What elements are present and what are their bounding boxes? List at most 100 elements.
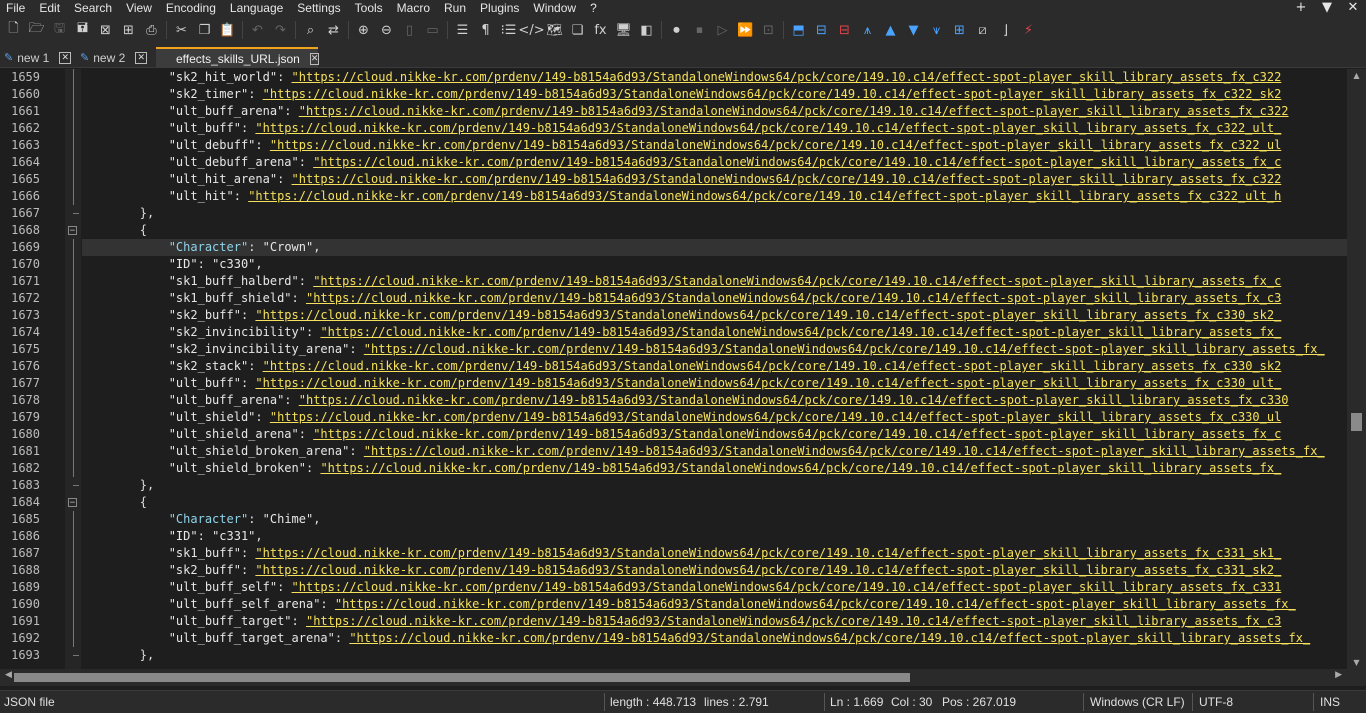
new-file-icon[interactable]: 🗋 <box>2 19 25 41</box>
play-macro-icon[interactable]: ▷ <box>711 19 734 41</box>
doc-list-icon[interactable]: ❏ <box>566 19 589 41</box>
status-encoding[interactable]: UTF-8 <box>1199 695 1233 709</box>
json-url-value[interactable]: "https://cloud.nikke-kr.com/prdenv/149-b… <box>349 631 1310 645</box>
json-url-value[interactable]: "https://cloud.nikke-kr.com/prdenv/149-b… <box>320 325 1281 339</box>
json-url-value[interactable]: "https://cloud.nikke-kr.com/prdenv/149-b… <box>270 138 1281 152</box>
json-url-value[interactable]: "https://cloud.nikke-kr.com/prdenv/149-b… <box>335 597 1296 611</box>
replace-icon[interactable]: ⇄ <box>322 19 345 41</box>
function-list-icon[interactable]: fx <box>589 19 612 41</box>
scroll-down-icon[interactable]: ▼ <box>1347 658 1366 667</box>
json-url-value[interactable]: "https://cloud.nikke-kr.com/prdenv/149-b… <box>306 291 1281 305</box>
plugin-f-icon[interactable]: ⊞ <box>948 19 971 41</box>
json-url-value[interactable]: "https://cloud.nikke-kr.com/prdenv/149-b… <box>306 614 1281 628</box>
code-line[interactable]: "ult_shield_broken": "https://cloud.nikk… <box>82 460 1347 477</box>
plugin-i-icon[interactable]: ⚡ <box>1017 19 1040 41</box>
tab-close-icon[interactable]: ✕ <box>309 52 320 65</box>
tab-close-icon[interactable]: ✕ <box>135 51 148 64</box>
code-line[interactable]: "ult_buff_self": "https://cloud.nikke-kr… <box>82 579 1347 596</box>
code-line[interactable]: "Character": "Chime", <box>82 511 1347 528</box>
zoom-out-icon[interactable]: ⊖ <box>375 19 398 41</box>
code-line[interactable]: "ult_buff_target_arena": "https://cloud.… <box>82 630 1347 647</box>
sync-horizontal-icon[interactable]: ▭ <box>421 19 444 41</box>
zoom-in-icon[interactable]: ⊕ <box>352 19 375 41</box>
menu-help[interactable]: ? <box>583 0 604 16</box>
json-url-value[interactable]: "https://cloud.nikke-kr.com/prdenv/149-b… <box>248 189 1281 203</box>
plugin-b-icon[interactable]: ⊟ <box>810 19 833 41</box>
json-url-value[interactable]: "https://cloud.nikke-kr.com/prdenv/149-b… <box>270 410 1281 424</box>
run-macro-multiple-icon[interactable]: ⏩ <box>734 19 757 41</box>
code-line[interactable]: "sk2_hit_world": "https://cloud.nikke-kr… <box>82 69 1347 86</box>
record-macro-icon[interactable]: ⏺ <box>665 19 688 41</box>
code-line[interactable]: "Character": "Crown", <box>82 239 1347 256</box>
json-url-value[interactable]: "https://cloud.nikke-kr.com/prdenv/149-b… <box>292 70 1282 84</box>
code-line[interactable]: "ult_shield": "https://cloud.nikke-kr.co… <box>82 409 1347 426</box>
menu-search[interactable]: Search <box>67 0 119 16</box>
menu-run[interactable]: Run <box>437 0 473 16</box>
monitoring-icon[interactable]: ◧ <box>635 19 658 41</box>
save-all-icon[interactable]: 🖬 <box>71 19 94 41</box>
menu-encoding[interactable]: Encoding <box>159 0 223 16</box>
sync-vertical-icon[interactable]: ▯ <box>398 19 421 41</box>
json-url-value[interactable]: "https://cloud.nikke-kr.com/prdenv/149-b… <box>313 274 1281 288</box>
json-url-value[interactable]: "https://cloud.nikke-kr.com/prdenv/149-b… <box>255 546 1281 560</box>
close-icon[interactable]: ⊠ <box>94 19 117 41</box>
menu-tools[interactable]: Tools <box>348 0 390 16</box>
close-doc-icon[interactable]: ✕ <box>1340 0 1366 16</box>
code-line[interactable]: "sk1_buff_shield": "https://cloud.nikke-… <box>82 290 1347 307</box>
code-line[interactable]: }, <box>82 477 1347 494</box>
menu-settings[interactable]: Settings <box>290 0 347 16</box>
json-url-value[interactable]: "https://cloud.nikke-kr.com/prdenv/149-b… <box>255 563 1281 577</box>
folder-workspace-icon[interactable]: 🖥 <box>612 19 635 41</box>
redo-icon[interactable]: ↷ <box>269 19 292 41</box>
plugin-c-icon[interactable]: ⊟ <box>833 19 856 41</box>
code-line[interactable]: "ult_buff": "https://cloud.nikke-kr.com/… <box>82 375 1347 392</box>
code-line[interactable]: "sk2_timer": "https://cloud.nikke-kr.com… <box>82 86 1347 103</box>
horizontal-scrollbar[interactable]: ◀ ▶ <box>0 669 1347 686</box>
code-line[interactable]: "ult_debuff_arena": "https://cloud.nikke… <box>82 154 1347 171</box>
save-macro-icon[interactable]: ⊡ <box>757 19 780 41</box>
undo-icon[interactable]: ↶ <box>246 19 269 41</box>
json-url-value[interactable]: "https://cloud.nikke-kr.com/prdenv/149-b… <box>255 376 1281 390</box>
xml-icon[interactable]: </> <box>518 19 544 41</box>
code-line[interactable]: "ID": "c331", <box>82 528 1347 545</box>
json-url-value[interactable]: "https://cloud.nikke-kr.com/prdenv/149-b… <box>299 104 1289 118</box>
code-line[interactable]: "sk1_buff_halberd": "https://cloud.nikke… <box>82 273 1347 290</box>
copy-icon[interactable]: ❐ <box>193 19 216 41</box>
code-line[interactable]: { <box>82 494 1347 511</box>
code-line[interactable]: "sk2_invincibility": "https://cloud.nikk… <box>82 324 1347 341</box>
save-icon[interactable]: 🖫 <box>48 19 71 41</box>
json-url-value[interactable]: "https://cloud.nikke-kr.com/prdenv/149-b… <box>292 172 1282 186</box>
json-url-value[interactable]: "https://cloud.nikke-kr.com/prdenv/149-b… <box>364 342 1325 356</box>
json-url-value[interactable]: "https://cloud.nikke-kr.com/prdenv/149-b… <box>320 461 1281 475</box>
tab-close-icon[interactable]: ✕ <box>59 51 72 64</box>
menu-file[interactable]: File <box>0 0 32 16</box>
code-line[interactable]: "ult_debuff": "https://cloud.nikke-kr.co… <box>82 137 1347 154</box>
code-line[interactable]: "sk2_buff": "https://cloud.nikke-kr.com/… <box>82 307 1347 324</box>
doc-map-icon[interactable]: 🗺 <box>543 19 566 41</box>
code-line[interactable]: "ult_buff_self_arena": "https://cloud.ni… <box>82 596 1347 613</box>
fold-toggle-icon[interactable]: − <box>68 226 77 236</box>
scroll-up-icon[interactable]: ▲ <box>1347 71 1366 80</box>
horizontal-scroll-thumb[interactable] <box>14 673 910 682</box>
tab-effects-skills-url-json[interactable]: effects_skills_URL.json ✕ <box>156 47 320 68</box>
menu-language[interactable]: Language <box>223 0 290 16</box>
status-eol[interactable]: Windows (CR LF) <box>1090 695 1185 709</box>
stop-macro-icon[interactable]: ⏹ <box>688 19 711 41</box>
code-line[interactable]: }, <box>82 205 1347 222</box>
paste-icon[interactable]: 📋 <box>216 19 239 41</box>
menu-view[interactable]: View <box>119 0 159 16</box>
plugin-d-icon[interactable]: ⩚ <box>856 19 879 41</box>
code-line[interactable]: "ult_buff_arena": "https://cloud.nikke-k… <box>82 103 1347 120</box>
code-line[interactable]: "sk2_buff": "https://cloud.nikke-kr.com/… <box>82 562 1347 579</box>
menu-macro[interactable]: Macro <box>390 0 437 16</box>
json-url-value[interactable]: "https://cloud.nikke-kr.com/prdenv/149-b… <box>292 580 1282 594</box>
menu-edit[interactable]: Edit <box>32 0 67 16</box>
plugin-h-icon[interactable]: ⌋ <box>994 19 1017 41</box>
new-tab-icon[interactable]: + <box>1288 0 1314 16</box>
code-line[interactable]: "sk1_buff": "https://cloud.nikke-kr.com/… <box>82 545 1347 562</box>
json-url-value[interactable]: "https://cloud.nikke-kr.com/prdenv/149-b… <box>364 444 1325 458</box>
vertical-scrollbar[interactable]: ▲ ▼ <box>1347 69 1366 669</box>
indent-guide-icon[interactable]: ⁝☰ <box>497 19 520 41</box>
fold-toggle-icon[interactable]: − <box>68 498 77 508</box>
editor[interactable]: 1659 1660 1661 1662 1663 1664 1665 1666 1667 1668… <box>0 69 1347 669</box>
